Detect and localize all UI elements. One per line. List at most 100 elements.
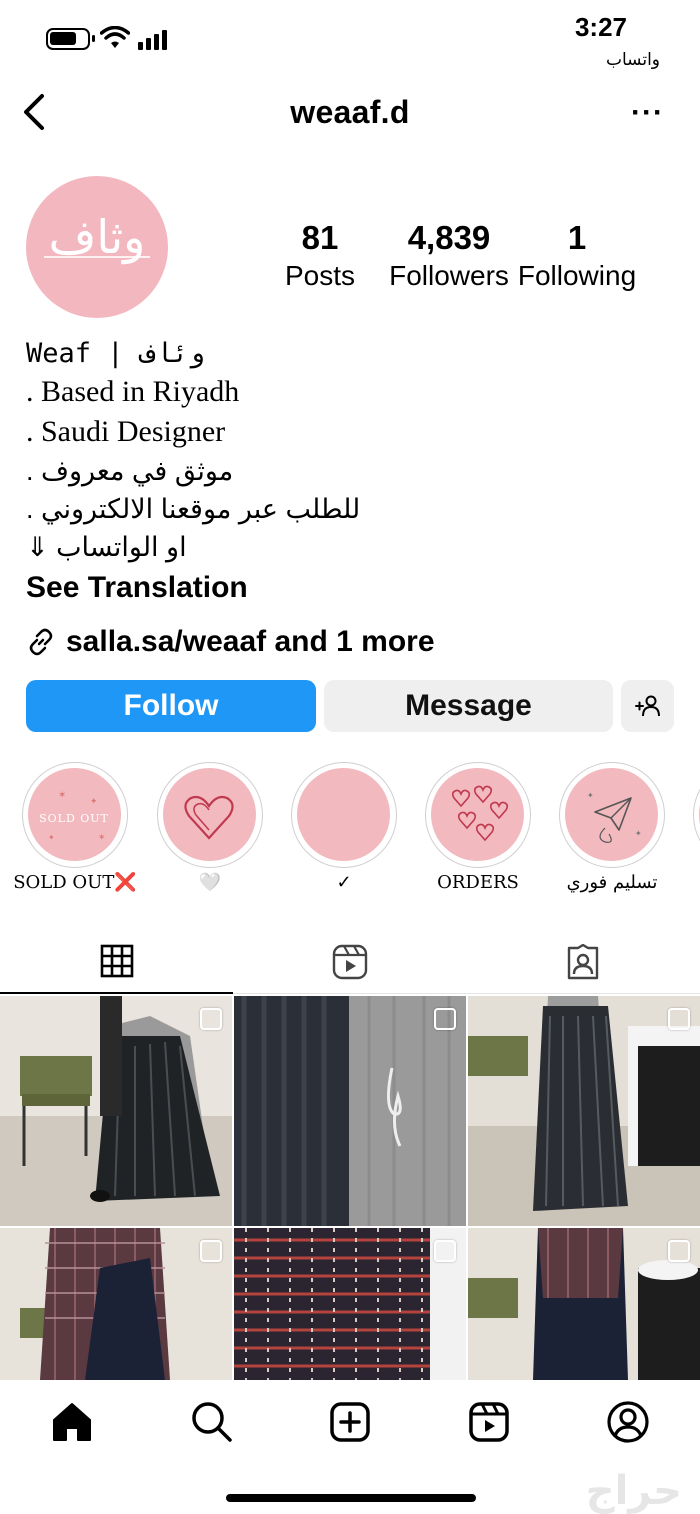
suggest-users-button[interactable]: [621, 680, 674, 732]
svg-text:✦: ✦: [587, 791, 594, 800]
highlight-ring: ✦ ✦: [559, 762, 665, 868]
signal-icon: [138, 30, 167, 50]
tagged-icon: [567, 944, 598, 980]
multi-post-icon: [200, 1240, 222, 1262]
top-nav: weaaf.d ···: [0, 82, 700, 142]
multi-post-icon: [434, 1240, 456, 1262]
home-indicator[interactable]: [226, 1494, 476, 1502]
following-value: 1: [567, 219, 587, 256]
post-thumbnail[interactable]: [0, 996, 232, 1226]
profile-username: weaaf.d: [290, 94, 410, 130]
highlight-cover: [163, 768, 256, 861]
home-icon[interactable]: [48, 1398, 96, 1446]
profile-stats: 81 Posts 4,839 Followers 1 Following: [260, 218, 660, 298]
hearts-art-icon: [451, 785, 509, 842]
highlight-label: تسليم فوري: [566, 872, 658, 893]
link-icon: [29, 628, 53, 656]
multi-post-icon: [200, 1008, 222, 1030]
followers-label: Followers: [389, 260, 509, 291]
post-thumbnail[interactable]: [468, 1228, 700, 1380]
reels-icon[interactable]: [465, 1398, 513, 1446]
profile-icon[interactable]: [604, 1398, 652, 1446]
avatar-logo-underline: [44, 256, 150, 258]
create-icon[interactable]: [326, 1398, 374, 1446]
posts-count[interactable]: 81 Posts: [270, 218, 370, 294]
post-image: [234, 996, 466, 1226]
highlight-ring: SOLD OUT ✶ ✦ ✶ ✦: [22, 762, 128, 868]
tab-tagged[interactable]: [466, 930, 699, 994]
posts-value: 81: [301, 219, 339, 256]
post-image: [0, 996, 232, 1226]
svg-text:✦: ✦: [48, 833, 55, 842]
highlight-cover: [431, 768, 524, 861]
bio-line: للطلب عبر موقعنا الالكتروني .: [26, 494, 361, 524]
status-bar: 3:27 واتساب: [0, 0, 700, 80]
post-image: [468, 1228, 700, 1380]
post-image: [468, 996, 700, 1226]
follow-button[interactable]: Follow: [26, 680, 316, 732]
followers-count[interactable]: 4,839 Followers: [384, 218, 514, 294]
post-thumbnail[interactable]: [468, 996, 700, 1226]
sold-out-art-icon: SOLD OUT ✶ ✦ ✶ ✦: [39, 790, 109, 842]
bio-line: . Based in Riyadh: [26, 375, 240, 408]
following-label: Following: [517, 260, 637, 291]
highlight-label: ✓: [336, 872, 352, 893]
highlight-cover: SOLD OUT ✶ ✦ ✶ ✦: [28, 768, 121, 861]
wifi-icon: [100, 26, 130, 48]
highlight-check[interactable]: ✓: [291, 760, 401, 900]
profile-bio: Weaf | وئاف . Based in Riyadh . Saudi De…: [26, 336, 676, 608]
display-name: Weaf | وئاف: [26, 338, 205, 369]
highlight-cover: [297, 768, 390, 861]
highlight-label: ORDERS: [437, 872, 519, 893]
svg-text:✦: ✦: [635, 829, 642, 838]
avatar[interactable]: وثاف: [26, 176, 168, 318]
highlight-art-text: SOLD OUT: [39, 812, 109, 825]
bottom-nav: حراج: [0, 1382, 700, 1514]
grid-icon: [100, 944, 133, 978]
posts-grid: [0, 996, 700, 1380]
post-image: [234, 1228, 466, 1380]
highlight-orders[interactable]: ORDERS: [425, 760, 535, 900]
see-translation-link[interactable]: See Translation: [26, 568, 676, 608]
highlight-ring: [425, 762, 531, 868]
battery-icon: [46, 28, 95, 50]
profile-tabs: [0, 930, 700, 994]
paper-plane-art-icon: ✦ ✦: [587, 791, 642, 843]
svg-text:✦: ✦: [90, 796, 98, 806]
multi-post-icon: [668, 1240, 690, 1262]
search-icon[interactable]: [188, 1398, 236, 1446]
message-button[interactable]: Message: [324, 680, 613, 732]
post-thumbnail[interactable]: [0, 1228, 232, 1380]
add-user-icon: [634, 695, 660, 717]
bio-line: او الواتساب ⇓: [26, 532, 187, 562]
highlight-partial[interactable]: [693, 760, 700, 900]
following-count[interactable]: 1 Following: [514, 218, 640, 294]
tab-posts-grid[interactable]: [0, 930, 233, 994]
svg-text:✶: ✶: [98, 832, 106, 842]
back-to-app-link[interactable]: واتساب: [606, 50, 660, 70]
highlight-sold-out[interactable]: SOLD OUT ✶ ✦ ✶ ✦ SOLD OUT❌: [13, 760, 137, 900]
post-image: [0, 1228, 232, 1380]
profile-link[interactable]: salla.sa/weaaf and 1 more: [26, 622, 435, 662]
more-options-icon[interactable]: ···: [631, 98, 664, 128]
highlight-ring: [291, 762, 397, 868]
highlight-heart[interactable]: 🤍: [157, 760, 267, 900]
svg-text:✶: ✶: [58, 790, 66, 801]
clock: 3:27: [574, 12, 627, 42]
bio-line: . Saudi Designer: [26, 415, 226, 448]
reels-icon: [332, 944, 367, 980]
highlight-ring: [157, 762, 263, 868]
highlight-label: SOLD OUT❌: [13, 872, 137, 893]
highlight-cover: ✦ ✦: [565, 768, 658, 861]
watermark: حراج: [585, 1468, 682, 1514]
heart-art-icon: [184, 795, 234, 840]
profile-link-text: salla.sa/weaaf and 1 more: [66, 625, 435, 658]
post-thumbnail[interactable]: [234, 996, 466, 1226]
highlight-label: 🤍: [198, 872, 222, 893]
multi-post-icon: [668, 1008, 690, 1030]
multi-post-icon: [434, 1008, 456, 1030]
post-thumbnail[interactable]: [234, 1228, 466, 1380]
tab-reels[interactable]: [233, 930, 466, 994]
highlight-instant-delivery[interactable]: ✦ ✦ تسليم فوري: [559, 760, 669, 900]
posts-label: Posts: [284, 260, 356, 291]
